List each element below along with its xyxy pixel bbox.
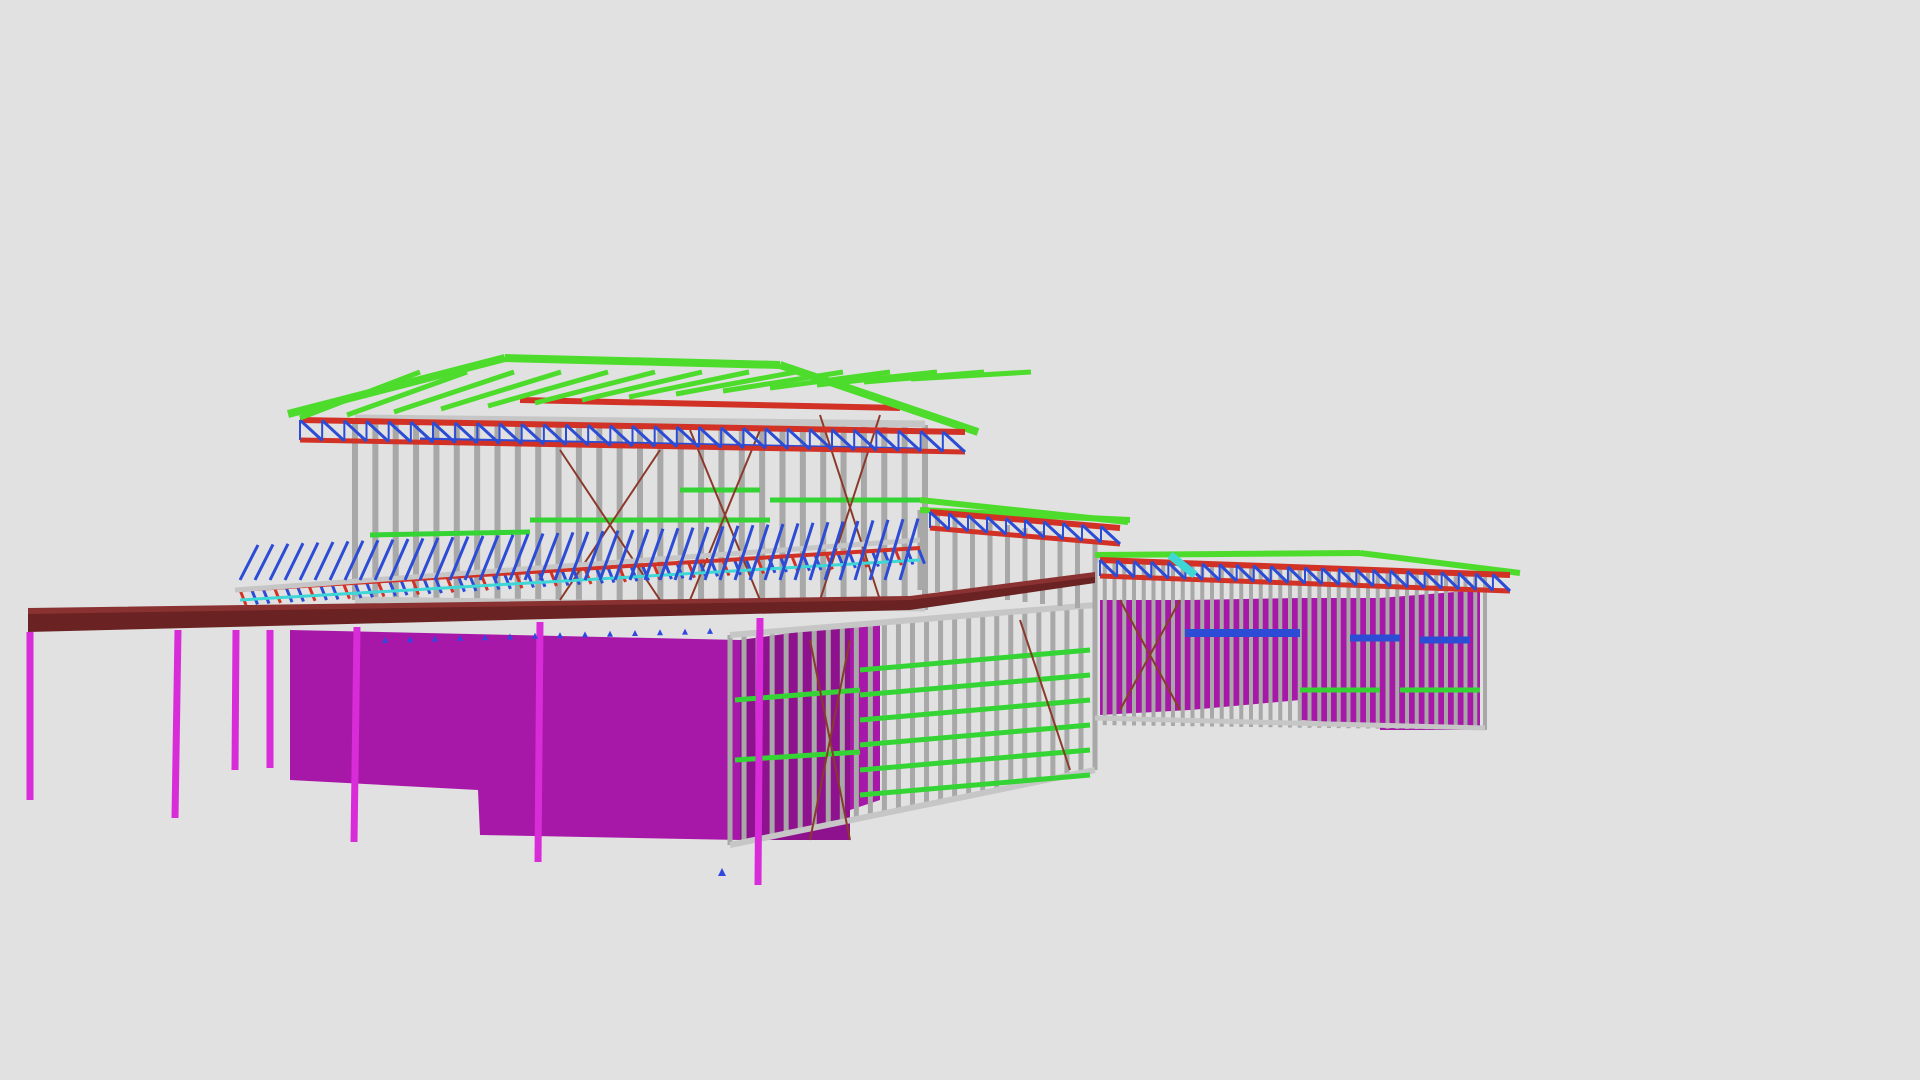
floor-joist <box>342 583 351 600</box>
anchor-marker <box>682 628 688 635</box>
support-post <box>171 629 182 819</box>
nogging <box>369 529 531 538</box>
building-frame-model <box>26 354 1521 886</box>
floor-joist <box>710 560 719 577</box>
support-post <box>754 617 764 886</box>
deck-truss-web <box>388 538 410 581</box>
floor-joist <box>503 573 512 590</box>
floor-joist <box>848 552 857 569</box>
floor-joist <box>606 567 616 584</box>
deck-truss-web <box>283 542 305 581</box>
floor-joist <box>296 585 305 603</box>
right-roof-eave <box>1094 550 1361 558</box>
floor-joist <box>365 581 374 598</box>
floor-joist <box>319 584 328 601</box>
anchor-marker <box>718 868 726 876</box>
nogging <box>859 697 1091 723</box>
deck-truss-web <box>313 541 335 581</box>
anchor-marker <box>657 629 663 636</box>
support-post <box>231 629 240 771</box>
support-post <box>350 626 361 843</box>
floor-joist <box>261 588 271 605</box>
floor-joist <box>422 578 432 595</box>
floor-joist <box>330 583 340 600</box>
anchor-marker <box>707 627 713 634</box>
cladding-panel-right-b <box>1190 598 1300 710</box>
deck-truss-web <box>328 540 350 581</box>
deck-truss-web <box>298 541 320 581</box>
deck-truss-web <box>268 543 290 581</box>
anchor-marker <box>607 630 613 637</box>
roof-trusses <box>238 354 1521 594</box>
roof-green-ridge <box>504 354 781 369</box>
deck-truss-web <box>823 521 845 581</box>
floor-joist <box>664 563 673 580</box>
anchor-marker <box>557 632 563 639</box>
nogging <box>859 672 1091 698</box>
floor-joist <box>399 579 409 596</box>
floor-joist <box>273 587 282 604</box>
nogging <box>859 647 1091 673</box>
floor-joist <box>284 586 294 603</box>
floor-joist <box>250 588 259 605</box>
floor-joist <box>376 581 386 598</box>
floor-joist <box>560 569 570 586</box>
support-post <box>534 621 544 863</box>
nogging <box>859 747 1091 773</box>
deck-truss-web <box>253 543 275 581</box>
anchor-marker <box>582 631 588 638</box>
roof-purlin <box>519 397 901 411</box>
deck-truss-web <box>238 544 260 581</box>
anchor-marker <box>632 630 638 636</box>
wall-brace <box>1019 619 1071 771</box>
3d-viewport[interactable] <box>0 0 1920 1080</box>
floor-joist <box>238 589 248 606</box>
deck-truss-web <box>538 532 560 581</box>
floor-joist <box>307 585 317 602</box>
